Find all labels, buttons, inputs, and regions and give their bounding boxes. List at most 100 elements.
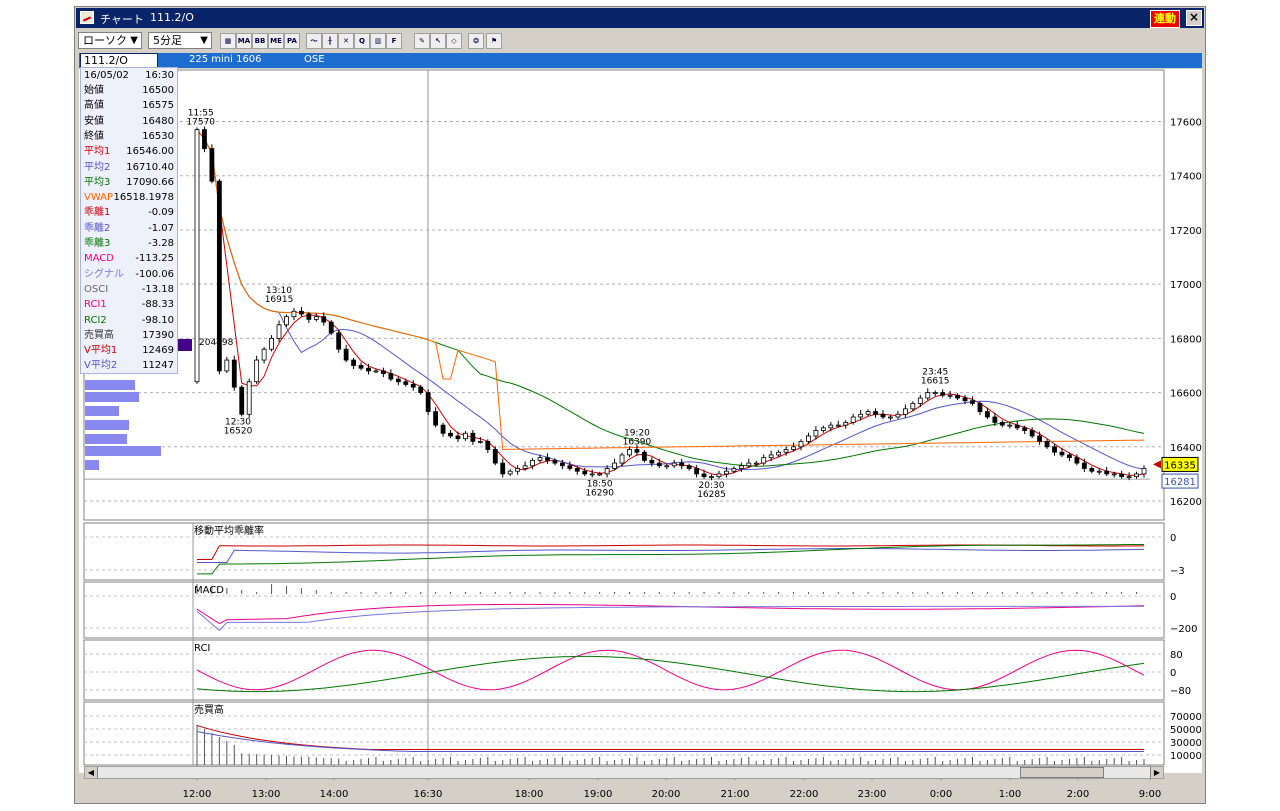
chart-svg[interactable]: 11:551757012:301652013:101691519:2016390… [0, 0, 1280, 811]
candle-body [1067, 454, 1072, 459]
price-annotation-value: 16390 [623, 438, 652, 448]
data-row: 始値 16500 [84, 83, 174, 98]
data-row: 平均3 17090.66 [84, 175, 174, 190]
candle-body [917, 397, 923, 404]
candle-body [977, 403, 983, 412]
candle-body [634, 449, 640, 453]
indicator-tick-label: 50000 [1170, 725, 1202, 736]
indicator-tick-label: 10000 [1170, 751, 1202, 762]
data-row: 終値 16530 [84, 129, 174, 144]
data-row: 平均2 16710.40 [84, 160, 174, 175]
candle-body [239, 386, 245, 415]
candle-body [649, 459, 655, 464]
horizontal-scrollbar[interactable]: ◀ ▶ [84, 766, 1164, 779]
data-time: 16:30 [145, 70, 174, 81]
candle-body [776, 451, 782, 456]
indicator-title: 売買高 [194, 703, 224, 716]
candle-body [440, 424, 446, 434]
data-label: OSCI [84, 283, 109, 295]
candle-body [1141, 468, 1147, 475]
candle-body [612, 462, 617, 469]
candle-body [209, 148, 215, 182]
candle-body [679, 462, 685, 467]
candle-body [798, 440, 804, 448]
candle-body [291, 310, 297, 318]
candle-body [716, 473, 722, 478]
candle-body [410, 384, 416, 388]
volume-profile-bar [85, 380, 135, 390]
data-row: 売買高 17390 [84, 328, 174, 343]
y-tick-label: 16400 [1170, 443, 1202, 454]
candle-body [955, 394, 960, 399]
candle-body [507, 470, 513, 475]
data-window: 16/05/02 16:30 始値 16500 高値 16575 安値 16480 終値 16… [80, 67, 178, 374]
data-label: 売買高 [84, 329, 114, 341]
candle-body [425, 392, 431, 412]
candle-body [604, 468, 610, 475]
candle-body [1089, 468, 1095, 472]
data-label: 乖離1 [84, 207, 111, 219]
indicator-tick-label: 30000 [1170, 738, 1202, 749]
candle-body [835, 424, 841, 427]
candle-body [746, 462, 752, 467]
data-label: 乖離3 [84, 238, 111, 249]
x-tick-label: 19:00 [584, 789, 613, 800]
data-row: V平均1 12469 [84, 343, 174, 358]
price-annotation-value: 16520 [224, 426, 253, 436]
data-row: 安値 16480 [84, 114, 174, 129]
candle-body [820, 427, 826, 431]
data-value: 16480 [142, 115, 174, 127]
indicator-pane-4 [83, 701, 1165, 766]
data-value: 16575 [142, 100, 174, 112]
data-label: シグナル [84, 268, 124, 280]
candle-body [574, 468, 580, 472]
volume-profile-label: 204498 [199, 338, 234, 348]
data-row: VWAP 16518.1978 [84, 190, 174, 205]
candle-body [492, 449, 498, 464]
indicator-tick-label: −80 [1170, 686, 1191, 697]
candle-body [328, 321, 334, 334]
data-value: 16518.1978 [113, 192, 174, 204]
candle-body [545, 457, 550, 461]
y-tick-label: 17400 [1170, 172, 1202, 183]
scroll-right-icon[interactable]: ▶ [1150, 767, 1163, 778]
indicator-title: 移動平均乖離率 [194, 524, 264, 537]
candle-body [880, 413, 886, 418]
x-tick-label: 12:00 [183, 789, 212, 800]
candle-body [1044, 440, 1050, 448]
data-label: RCI1 [84, 299, 107, 311]
x-tick-label: 21:00 [721, 789, 750, 800]
candle-body [813, 430, 819, 437]
volume-profile-bar [85, 446, 161, 456]
data-label: 高値 [84, 100, 104, 112]
scroll-thumb[interactable] [1020, 767, 1104, 778]
data-row: 乖離1 -0.09 [84, 205, 174, 220]
scroll-left-icon[interactable]: ◀ [85, 767, 98, 778]
x-tick-label: 2:00 [1067, 789, 1089, 800]
last-price-label: 16335 [1164, 460, 1196, 471]
candle-body [1014, 424, 1020, 429]
other-price-label: 16281 [1164, 477, 1196, 488]
candle-body [925, 392, 931, 399]
candle-body [261, 348, 267, 361]
candle-body [433, 411, 439, 426]
data-value: -0.09 [148, 207, 174, 219]
candle-body [537, 457, 543, 461]
price-annotation-value: 16285 [697, 490, 726, 500]
candle-body [276, 324, 282, 339]
candle-body [231, 359, 237, 388]
data-value: -98.10 [141, 314, 174, 326]
candle-body [1134, 473, 1139, 478]
candle-body [671, 462, 677, 467]
candle-body [1007, 424, 1013, 427]
candle-body [1029, 430, 1035, 437]
candle-body [791, 446, 796, 450]
volume-profile-bar [85, 420, 129, 430]
candle-body [985, 411, 990, 418]
candle-body [873, 411, 878, 415]
candle-body [992, 416, 998, 423]
x-tick-label: 9:00 [1139, 789, 1161, 800]
indicator-tick-label: 0 [1170, 592, 1176, 603]
candle-body [895, 413, 901, 418]
candle-body [373, 370, 379, 373]
